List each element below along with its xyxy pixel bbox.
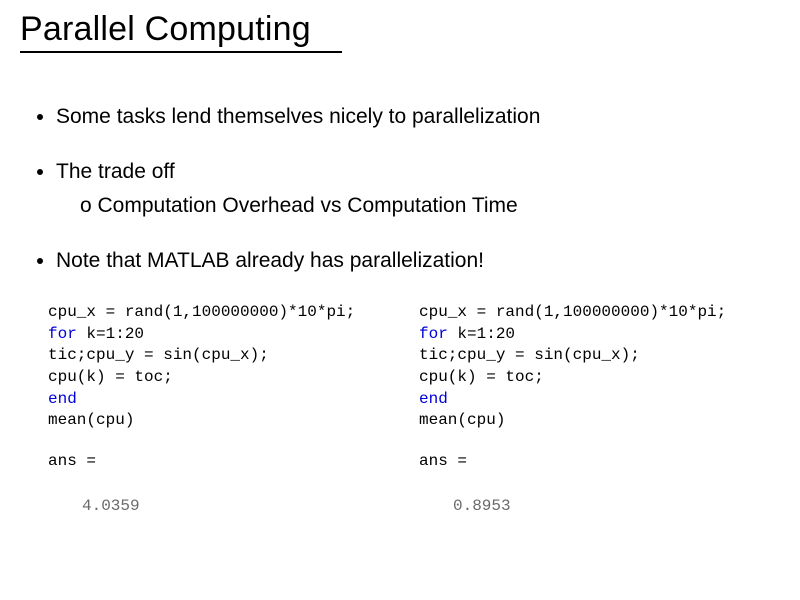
sub-bullet-item-1: Computation Overhead vs Computation Time [80,192,780,219]
code-line: tic;cpu_y = sin(cpu_x); [419,346,640,364]
code-line: cpu_x = rand(1,100000000)*10*pi; [419,303,726,321]
code-line: k=1:20 [448,325,515,343]
code-keyword-for: for [48,325,77,343]
code-line: k=1:20 [77,325,144,343]
code-columns: cpu_x = rand(1,100000000)*10*pi; for k=1… [20,302,780,517]
code-keyword-end: end [419,390,448,408]
ans-value: 0.8953 [419,497,511,515]
code-line: cpu(k) = toc; [419,368,544,386]
ans-label: ans = [419,452,467,470]
ans-block-right: ans = 0.8953 [419,450,780,517]
ans-block-left: ans = 4.0359 [48,450,409,517]
code-column-right: cpu_x = rand(1,100000000)*10*pi; for k=1… [419,302,780,517]
bullet-list: Some tasks lend themselves nicely to par… [20,103,780,274]
bullet-item-1: Some tasks lend themselves nicely to par… [56,103,780,130]
bullet-item-3: Note that MATLAB already has paralleliza… [56,247,780,274]
sub-bullet-list: Computation Overhead vs Computation Time [56,192,780,219]
code-column-left: cpu_x = rand(1,100000000)*10*pi; for k=1… [48,302,409,517]
code-keyword-end: end [48,390,77,408]
code-line: mean(cpu) [48,411,134,429]
bullet-item-2: The trade off Computation Overhead vs Co… [56,158,780,219]
code-line: cpu(k) = toc; [48,368,173,386]
code-keyword-for: for [419,325,448,343]
ans-label: ans = [48,452,96,470]
bullet-item-2-text: The trade off [56,160,175,183]
code-line: mean(cpu) [419,411,505,429]
slide: Parallel Computing Some tasks lend thems… [0,0,800,600]
code-line: cpu_x = rand(1,100000000)*10*pi; [48,303,355,321]
code-line: tic;cpu_y = sin(cpu_x); [48,346,269,364]
slide-title: Parallel Computing [20,10,780,49]
ans-value: 4.0359 [48,497,140,515]
title-underline [20,51,342,53]
